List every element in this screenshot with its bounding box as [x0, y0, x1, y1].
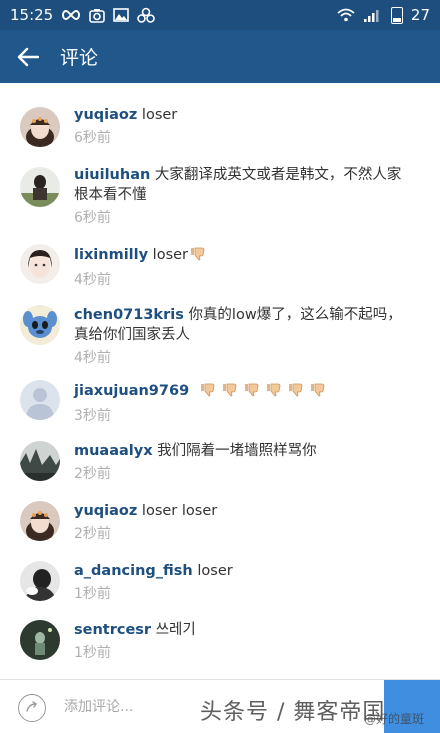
comment-text: loser — [152, 247, 189, 263]
battery-icon — [390, 6, 403, 24]
comment-time: 4秒前 — [74, 350, 111, 366]
comment-item: yuqiaoz loser 6秒前 — [0, 105, 440, 165]
page-title: 评论 — [60, 47, 99, 69]
thumbs-down-icon — [310, 383, 326, 403]
comment-time: 4秒前 — [74, 272, 111, 288]
avatar[interactable] — [20, 107, 60, 147]
camera-icon — [26, 701, 37, 712]
avatar[interactable] — [20, 501, 60, 541]
avatar[interactable] — [20, 620, 60, 660]
comment-time: 2秒前 — [74, 526, 111, 542]
avatar[interactable] — [20, 244, 60, 284]
comment-item: yuqiaoz loser loser 2秒前 — [0, 501, 440, 561]
comment-username[interactable]: muaaalyx — [74, 443, 153, 459]
comment-item: muaaalyx 我们隔着一堵墙照样骂你 2秒前 — [0, 441, 440, 501]
infinity-icon — [61, 9, 81, 21]
comment-username[interactable]: yuqiaoz — [74, 107, 137, 123]
comment-item: sentrcesr 쓰레기 1秒前 — [0, 620, 440, 679]
comment-username[interactable]: lixinmilly — [74, 247, 148, 263]
status-time: 15:25 — [10, 6, 54, 24]
comment-time: 6秒前 — [74, 210, 111, 226]
status-bar: 15:25 27 — [0, 0, 440, 30]
comment-item: a_dancing_fish loser 1秒前 — [0, 561, 440, 621]
wifi-icon — [337, 8, 355, 22]
gallery-icon — [113, 8, 130, 22]
battery-level: 27 — [410, 6, 430, 24]
comment-text: loser — [197, 563, 233, 579]
comment-item: lixinmilly loser 4秒前 — [0, 244, 440, 305]
comment-item: uiuiluhan 大家翻译成英文或者是韩文，不然人家根本看不懂 6秒前 — [0, 165, 440, 226]
thumbs-down-icon — [200, 383, 216, 403]
comment-item: chen0713kris 你真的low爆了，这么输不起吗，真给你们国家丢人 4秒… — [0, 305, 440, 366]
thumbs-down-icon — [222, 383, 238, 403]
comment-text: loser — [141, 107, 178, 123]
camera-button[interactable] — [18, 694, 46, 722]
comment-username[interactable]: jiaxujuan9769 — [74, 383, 189, 399]
comment-username[interactable]: a_dancing_fish — [74, 563, 193, 579]
avatar[interactable] — [20, 167, 60, 207]
thumbs-down-icon — [288, 383, 304, 403]
thumbs-down-icon — [190, 247, 206, 267]
comment-username[interactable]: chen0713kris — [74, 307, 184, 323]
app-bar: 评论 — [0, 30, 440, 83]
comment-text: 我们隔着一堵墙照样骂你 — [157, 443, 317, 459]
comment-time: 2秒前 — [74, 466, 111, 482]
camera-app-icon — [89, 8, 106, 23]
comment-username[interactable]: yuqiaoz — [74, 503, 137, 519]
link-icon — [137, 7, 156, 23]
signal-icon — [363, 8, 383, 23]
avatar[interactable] — [20, 441, 60, 481]
comment-item: jiaxujuan9769 3秒前 — [0, 380, 440, 441]
comment-username[interactable]: uiuiluhan — [74, 167, 150, 183]
comment-time: 1秒前 — [74, 645, 111, 661]
comment-time: 1秒前 — [74, 586, 111, 602]
comment-text: loser loser — [141, 503, 218, 519]
thumbs-down-icon — [266, 383, 282, 403]
arrow-left-icon — [17, 47, 39, 66]
comment-time: 6秒前 — [74, 130, 111, 146]
comment-list[interactable]: yuqiaoz loser 6秒前 uiuiluhan 大家翻译成英文或者是韩文… — [0, 83, 440, 679]
avatar[interactable] — [20, 305, 60, 345]
avatar[interactable] — [20, 380, 60, 420]
thumbs-down-icon — [244, 383, 260, 403]
watermark-text: 头条号 / 舞客帝国 — [200, 700, 386, 725]
comment-text: 쓰레기 — [155, 622, 196, 638]
comment-time: 3秒前 — [74, 408, 111, 424]
watermark-small: @好的童斑 — [364, 712, 425, 726]
back-button[interactable] — [0, 30, 56, 83]
avatar[interactable] — [20, 561, 60, 601]
thumbs-down-icon — [194, 383, 326, 399]
comment-username[interactable]: sentrcesr — [74, 622, 151, 638]
